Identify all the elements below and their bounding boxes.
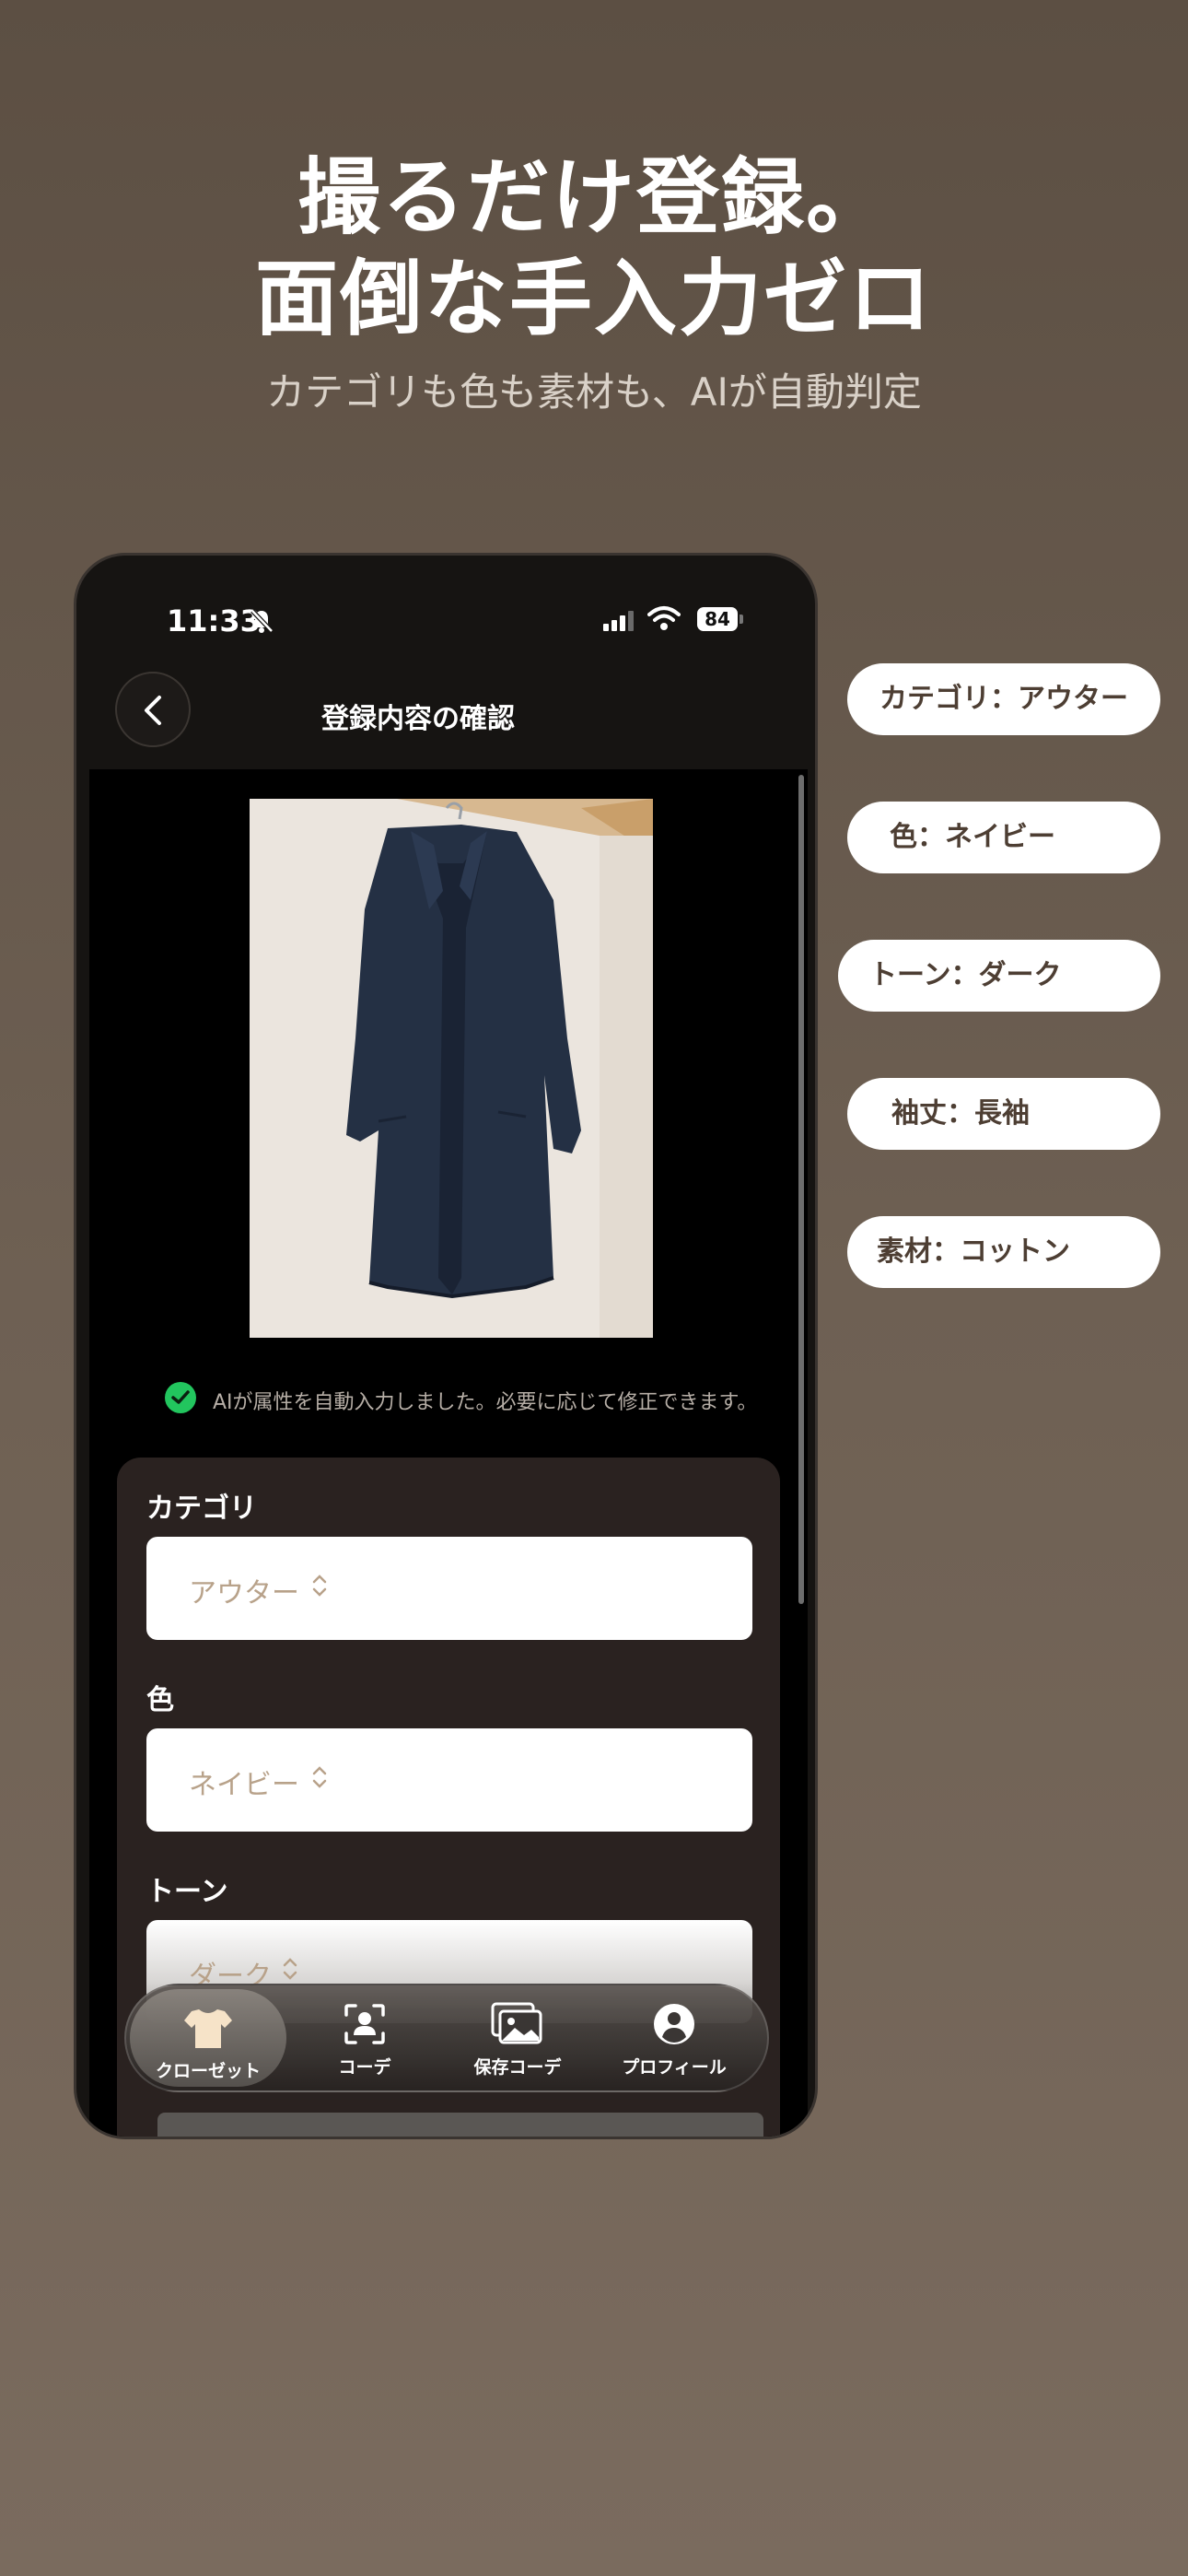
nav-bar: 登録内容の確認 (76, 664, 815, 767)
ai-note-text: AIが属性を自動入力しました。必要に応じて修正できます。 (213, 1391, 758, 1414)
tab-label: 保存コーデ (473, 2057, 562, 2078)
tab-label: クローゼット (155, 2061, 261, 2081)
chip-tone: トーン：ダーク (838, 940, 1160, 1012)
color-select[interactable]: ネイビー (146, 1728, 752, 1832)
profile-icon (654, 2004, 694, 2044)
tab-saved-coordinates[interactable]: 保存コーデ (439, 1985, 596, 2090)
scrollbar[interactable] (798, 775, 804, 1604)
bell-slash-icon (250, 609, 274, 633)
coat-image (250, 799, 653, 1338)
headline-subtitle: カテゴリも色も素材も、AIが自動判定 (266, 369, 922, 415)
next-field-partial (157, 2113, 763, 2137)
chip-sleeve: 袖丈：長袖 (847, 1078, 1160, 1150)
field-label-category: カテゴリ (146, 1493, 257, 1525)
headline-line-1: 撮るだけ登録。 (297, 149, 891, 246)
field-label-tone: トーン (146, 1876, 228, 1908)
chip-category: カテゴリ：アウター (847, 663, 1160, 735)
chevron-updown-icon (312, 1766, 327, 1788)
page-title: 登録内容の確認 (321, 703, 515, 735)
category-value: アウター (189, 1577, 299, 1610)
scroll-content[interactable]: AIが属性を自動入力しました。必要に応じて修正できます。 カテゴリ アウター 色… (89, 769, 808, 2137)
check-circle-icon (165, 1382, 196, 1413)
chip-color: 色：ネイビー (847, 802, 1160, 873)
tshirt-icon (184, 2009, 232, 2048)
battery-tip (740, 615, 743, 624)
cellular-signal-icon (603, 611, 634, 631)
chevron-updown-icon (283, 1958, 297, 1980)
field-label-color: 色 (146, 1684, 174, 1716)
headline-line-2: 面倒な手入力ゼロ (255, 251, 933, 347)
status-time: 11:33 (167, 603, 261, 638)
tab-profile[interactable]: プロフィール (596, 1985, 752, 2090)
tab-bar: クローゼット コーデ 保存コーデ プロフィール (124, 1984, 769, 2092)
category-select[interactable]: アウター (146, 1537, 752, 1640)
battery-indicator: 84 (697, 607, 738, 631)
tab-closet[interactable]: クローゼット (130, 1989, 286, 2087)
phone-mockup: 11:33 84 登録内容の確認 AIが属性を自動入力しました。必要に応じて修正… (74, 553, 818, 2139)
color-value: ネイビー (189, 1769, 299, 1801)
garment-photo (250, 799, 653, 1338)
tab-label: プロフィール (622, 2057, 727, 2078)
tab-coordinate[interactable]: コーデ (286, 1985, 443, 2090)
tab-label: コーデ (338, 2057, 391, 2078)
chevron-updown-icon (312, 1575, 327, 1597)
chip-material: 素材：コットン (847, 1216, 1160, 1288)
person-scan-icon (344, 2004, 385, 2044)
photos-icon (491, 2002, 542, 2044)
wifi-icon (647, 606, 681, 630)
